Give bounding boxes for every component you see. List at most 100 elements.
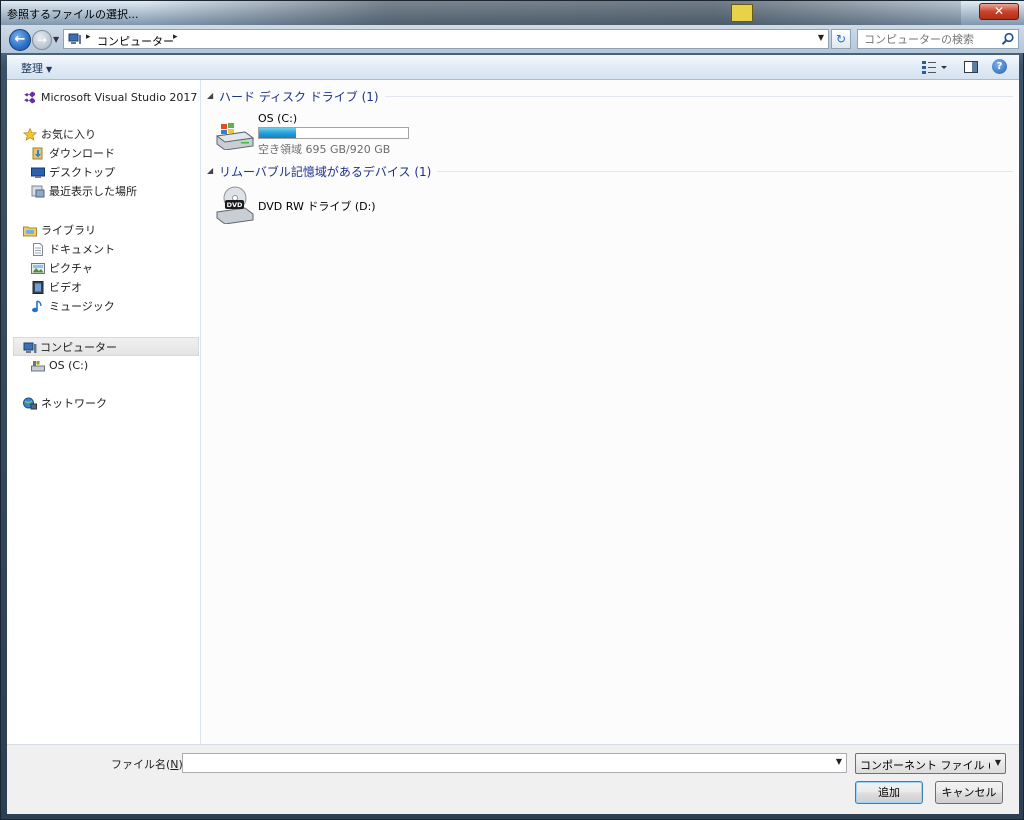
- sidebar-item-label: 最近表示した場所: [49, 185, 137, 198]
- sidebar-item-os-c[interactable]: OS (C:): [31, 356, 193, 375]
- computer-icon: [23, 342, 37, 353]
- filename-mnemonic: N: [170, 758, 179, 771]
- file-type-filter-value: コンポーネント ファイル (*.d: [860, 759, 990, 772]
- filename-history-dropdown-icon[interactable]: ▼: [836, 757, 842, 766]
- group-header-removable[interactable]: ◢ リムーバブル記憶域があるデバイス (1): [207, 163, 1013, 179]
- organize-label: 整理: [21, 62, 43, 75]
- star-icon: [23, 128, 37, 141]
- change-view-icon[interactable]: [921, 59, 951, 75]
- sidebar-item-label: コンピューター: [40, 341, 117, 354]
- taskbar-ghost-icon: [731, 4, 753, 22]
- group-divider: [385, 96, 1013, 97]
- sidebar-item-music[interactable]: ミュージック: [31, 297, 193, 316]
- sidebar-item-network[interactable]: ネットワーク: [23, 394, 193, 413]
- forward-arrow-icon: →: [36, 33, 48, 47]
- title-bar-background: [141, 1, 961, 25]
- pictures-icon: [31, 263, 45, 274]
- file-type-filter[interactable]: コンポーネント ファイル (*.d ▼: [855, 753, 1006, 774]
- sidebar-item-desktop[interactable]: デスクトップ: [31, 163, 193, 182]
- address-row: ← → ▼ ▸ コンピューター ▸ ▼ ↻: [1, 25, 1024, 53]
- sidebar-item-recent-places[interactable]: 最近表示した場所: [31, 182, 193, 201]
- search-icon[interactable]: [1001, 32, 1015, 46]
- sidebar-item-label: ピクチャ: [49, 262, 93, 275]
- dvd-badge-text: DVD: [227, 201, 243, 209]
- sidebar-item-label: ドキュメント: [49, 243, 115, 256]
- title-bar: 参照するファイルの選択... ✕: [1, 1, 1024, 25]
- hard-drive-icon: [215, 123, 255, 150]
- organize-button[interactable]: 整理 ▼: [21, 60, 52, 76]
- sidebar-item-visual-studio[interactable]: Microsoft Visual Studio 2017: [23, 88, 197, 107]
- file-name-panel: ファイル名(N): ▼ コンポーネント ファイル (*.d ▼ 追加 キャンセル: [7, 744, 1019, 814]
- music-icon: [32, 300, 42, 313]
- downloads-icon: [32, 147, 43, 160]
- back-arrow-icon: ←: [14, 32, 26, 47]
- chevron-down-icon: ▼: [46, 65, 53, 74]
- drive-free-space: 空き領域 695 GB/920 GB: [258, 143, 391, 156]
- refresh-button[interactable]: ↻: [831, 29, 851, 49]
- cancel-button[interactable]: キャンセル: [935, 781, 1003, 804]
- group-header-label: リムーバブル記憶域があるデバイス (1): [219, 165, 432, 179]
- sidebar-item-label: ダウンロード: [49, 147, 115, 160]
- sidebar-item-label: ライブラリ: [41, 224, 96, 237]
- drive-usage-bar: [258, 127, 409, 139]
- sidebar-item-label: デスクトップ: [49, 166, 115, 179]
- visual-studio-icon: [24, 91, 35, 104]
- back-button[interactable]: ←: [9, 29, 31, 51]
- breadcrumb-separator-icon[interactable]: ▸: [86, 32, 91, 42]
- filename-label: ファイル名(N):: [111, 758, 187, 771]
- forward-button[interactable]: →: [32, 30, 52, 50]
- hard-drive-icon: [31, 361, 45, 372]
- window-title: 参照するファイルの選択...: [7, 8, 139, 21]
- sidebar-item-computer[interactable]: コンピューター: [13, 337, 199, 356]
- collapse-triangle-icon[interactable]: ◢: [207, 166, 213, 175]
- command-bar: 整理 ▼ ?: [7, 55, 1019, 80]
- sidebar-item-favorites[interactable]: お気に入り: [23, 125, 193, 144]
- group-header-label: ハード ディスク ドライブ (1): [219, 90, 379, 104]
- address-history-dropdown-icon[interactable]: ▼: [818, 33, 824, 42]
- help-button[interactable]: ?: [992, 59, 1007, 74]
- libraries-icon: [23, 226, 37, 237]
- sidebar-item-videos[interactable]: ビデオ: [31, 278, 193, 297]
- dvd-drive-icon: DVD: [216, 186, 254, 224]
- close-button[interactable]: ✕: [979, 3, 1019, 20]
- sidebar-item-pictures[interactable]: ピクチャ: [31, 259, 193, 278]
- filename-label-text: ファイル名: [111, 758, 166, 771]
- network-icon: [23, 397, 37, 410]
- preview-pane-icon[interactable]: [963, 59, 979, 75]
- file-list-pane: ◢ ハード ディスク ドライブ (1) OS (C:) 空き領域 695 GB/…: [201, 80, 1019, 744]
- navigation-pane: Microsoft Visual Studio 2017 お気に入り ダウンロー…: [7, 80, 201, 744]
- drive-item-dvd-d[interactable]: DVD DVD RW ドライブ (D:): [213, 186, 413, 226]
- sidebar-item-label: ビデオ: [49, 281, 82, 294]
- sidebar-item-label: ミュージック: [49, 300, 115, 313]
- desktop-icon: [31, 167, 45, 178]
- sidebar-item-label: ネットワーク: [41, 397, 107, 410]
- breadcrumb-separator-icon[interactable]: ▸: [173, 32, 178, 42]
- filename-input[interactable]: [183, 754, 823, 772]
- recent-places-icon: [31, 185, 45, 198]
- file-dialog-window: 参照するファイルの選択... ✕ ← → ▼ ▸ コンピューター ▸ ▼ ↻ コ…: [0, 0, 1024, 820]
- search-box[interactable]: [857, 29, 1019, 49]
- computer-icon: [68, 33, 81, 44]
- drive-item-os-c[interactable]: OS (C:) 空き領域 695 GB/920 GB: [213, 112, 413, 156]
- drive-name: DVD RW ドライブ (D:): [258, 200, 376, 213]
- drive-name: OS (C:): [258, 112, 298, 125]
- breadcrumb-computer[interactable]: コンピューター: [97, 33, 174, 49]
- collapse-triangle-icon[interactable]: ◢: [207, 91, 213, 100]
- videos-icon: [32, 281, 44, 294]
- refresh-icon: ↻: [835, 32, 847, 46]
- drive-usage-fill: [259, 128, 296, 138]
- group-divider: [437, 171, 1013, 172]
- recent-pages-dropdown-icon[interactable]: ▼: [53, 35, 59, 44]
- sidebar-item-label: お気に入り: [41, 128, 96, 141]
- sidebar-item-libraries[interactable]: ライブラリ: [23, 221, 193, 240]
- sidebar-item-label: Microsoft Visual Studio 2017: [41, 91, 198, 104]
- sidebar-item-documents[interactable]: ドキュメント: [31, 240, 193, 259]
- documents-icon: [33, 243, 43, 256]
- add-button[interactable]: 追加: [855, 781, 923, 804]
- sidebar-item-downloads[interactable]: ダウンロード: [31, 144, 193, 163]
- search-input[interactable]: [858, 30, 998, 48]
- chevron-down-icon: ▼: [994, 758, 1001, 767]
- address-bar[interactable]: ▸ コンピューター ▸ ▼: [63, 29, 829, 49]
- group-header-hard-disks[interactable]: ◢ ハード ディスク ドライブ (1): [207, 88, 1013, 104]
- filename-combobox[interactable]: ▼: [182, 753, 847, 773]
